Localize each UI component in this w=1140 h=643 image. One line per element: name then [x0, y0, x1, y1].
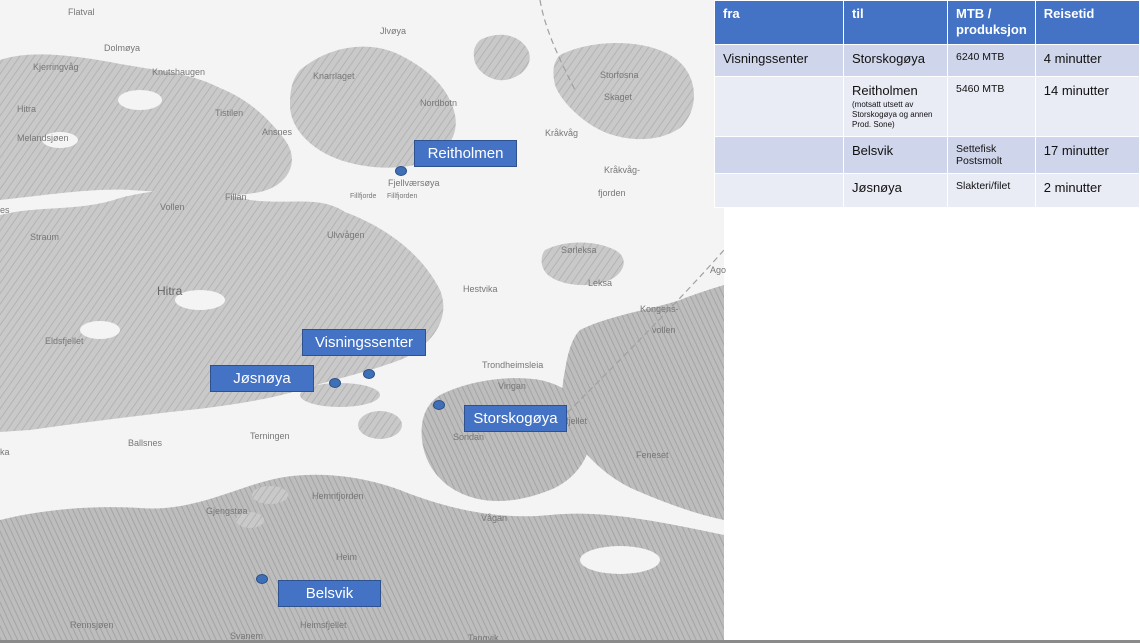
place-label: Kråkvåg [545, 128, 579, 138]
table-row: Belsvik Settefisk Postsmolt 17 minutter [715, 136, 1139, 173]
place-label: Hemnfjorden [312, 491, 364, 501]
callout-belsvik[interactable]: Belsvik [278, 580, 381, 607]
place-label: fjorden [598, 188, 626, 198]
place-label: Eldsfjellet [45, 336, 84, 346]
place-label: Leksa [588, 278, 613, 288]
place-label: Melandsjøen [17, 133, 69, 143]
place-label: Heim [336, 552, 358, 562]
table-row: Reitholmen (motsatt utsett av Storskogøy… [715, 76, 1139, 136]
place-label: Fillan [225, 192, 247, 202]
callout-jøsnøya[interactable]: Jøsnøya [210, 365, 314, 392]
place-label: vollen [652, 325, 676, 335]
cell-reisetid: 14 minutter [1035, 76, 1139, 136]
cell-mtb: 6240 MTB [948, 44, 1035, 76]
cell-mtb: Slakteri/filet [948, 173, 1035, 207]
table-row: Visningssenter Storskogøya 6240 MTB 4 mi… [715, 44, 1139, 76]
place-label: Skaget [604, 92, 633, 102]
column-header-fra: fra [715, 1, 843, 44]
place-label: Kongens- [640, 304, 679, 314]
place-label: Straum [30, 232, 60, 242]
place-label: Rennsjøen [70, 620, 114, 630]
place-label: Hitra [17, 104, 37, 114]
route-table: fra til MTB / produksjon Reisetid Visnin… [714, 0, 1140, 208]
cell-til-note: (motsatt utsett av Storskogøya og annen … [852, 99, 933, 129]
place-label: Dolmøya [104, 43, 141, 53]
place-label: Storfosna [600, 70, 639, 80]
callout-visningssenter[interactable]: Visningssenter [302, 329, 426, 356]
map-marker-storskogøya[interactable] [433, 400, 445, 410]
place-label: Fjellværsøya [388, 178, 440, 188]
place-label: Hestvika [463, 284, 498, 294]
cell-reisetid: 4 minutter [1035, 44, 1139, 76]
place-label: es [0, 205, 10, 215]
place-label: fjellet [566, 416, 588, 426]
place-label: Ulvvågen [327, 230, 365, 240]
cell-reisetid: 2 minutter [1035, 173, 1139, 207]
column-header-til: til [844, 1, 947, 44]
map-marker-belsvik[interactable] [256, 574, 268, 584]
place-label: Kråkvåg- [604, 165, 641, 175]
place-label: Knarrlaget [313, 71, 355, 81]
cell-mtb: 5460 MTB [948, 76, 1035, 136]
place-label: Knutshaugen [152, 67, 206, 77]
cell-fra: Visningssenter [715, 44, 843, 76]
place-label: Flatval [68, 7, 95, 17]
cell-til: Storskogøya [844, 44, 947, 76]
place-label: Fillfjorden [387, 193, 418, 200]
place-label: Tistilen [215, 108, 244, 118]
place-label: Kjerringvåg [33, 62, 79, 72]
place-label: Vollen [160, 202, 185, 212]
place-label: Ago [710, 265, 727, 275]
column-header-reisetid: Reisetid [1035, 1, 1139, 44]
place-label: Hitra [157, 284, 183, 298]
place-label: Trondheimsleia [482, 360, 544, 370]
cell-mtb: Settefisk Postsmolt [948, 136, 1035, 173]
cell-til-label: Reitholmen [852, 82, 918, 98]
place-label: Nordbotn [420, 98, 458, 108]
callout-reitholmen[interactable]: Reitholmen [414, 140, 517, 167]
place-label: Ansnes [262, 127, 293, 137]
place-label: Terningen [250, 431, 290, 441]
cell-fra [715, 136, 843, 173]
place-label: Gjengstøa [206, 506, 248, 516]
map-marker-jøsnøya[interactable] [329, 378, 341, 388]
cell-til: Jøsnøya [844, 173, 947, 207]
cell-fra [715, 76, 843, 136]
place-label: Feneset [636, 450, 669, 460]
map-marker-visningssenter[interactable] [363, 369, 375, 379]
cell-til: Belsvik [844, 136, 947, 173]
cell-til: Reitholmen (motsatt utsett av Storskogøy… [844, 76, 947, 136]
place-label: Vågan [481, 513, 508, 523]
cell-fra [715, 173, 843, 207]
callout-storskogøya[interactable]: Storskogøya [464, 405, 567, 432]
place-label: Jlvøya [380, 26, 407, 36]
table-row: Jøsnøya Slakteri/filet 2 minutter [715, 173, 1139, 207]
table-header-row: fra til MTB / produksjon Reisetid [715, 1, 1139, 44]
map-view[interactable]: Flatval Jlvøya Dolmøya Kjerringvåg Knutshaug… [0, 0, 727, 643]
cell-reisetid: 17 minutter [1035, 136, 1139, 173]
place-label: Fillfjorde [350, 193, 377, 200]
place-label: Ballsnes [128, 438, 163, 448]
place-label: Sondan [453, 432, 485, 442]
place-label: Sørleksa [561, 245, 597, 255]
place-label: ka [0, 447, 10, 457]
map-marker-reitholmen[interactable] [395, 166, 407, 176]
place-label: Heimsfjellet [300, 620, 347, 630]
place-label: Vingan [498, 381, 526, 391]
column-header-mtb: MTB / produksjon [948, 1, 1035, 44]
